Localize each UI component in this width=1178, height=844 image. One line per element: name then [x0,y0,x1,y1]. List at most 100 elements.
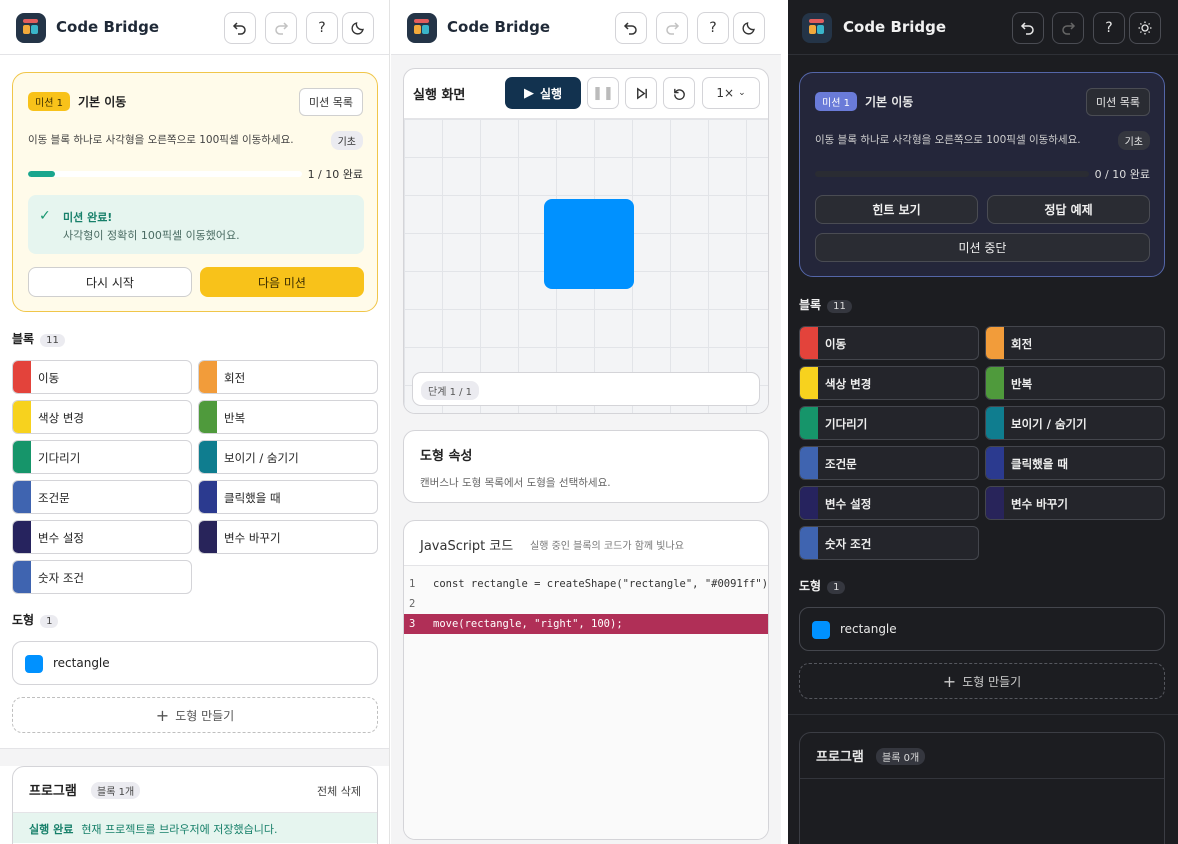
block-item[interactable]: 조건문 [799,446,979,480]
app-header: Code Bridge ? [0,0,389,55]
hint-button[interactable]: 힌트 보기 [815,195,978,224]
reset-button[interactable] [663,77,695,109]
redo-button[interactable] [1052,12,1084,44]
mission-list-button[interactable]: 미션 목록 [299,88,363,116]
block-item[interactable]: 이동 [799,326,979,360]
block-item[interactable]: 반복 [198,400,378,434]
block-label: 변수 설정 [38,531,84,545]
clear-all-button[interactable]: 전체 삭제 [317,783,361,799]
app-title: Code Bridge [843,18,947,36]
block-item[interactable]: 기다리기 [799,406,979,440]
create-shape-button[interactable]: + 도형 만들기 [799,663,1165,699]
app-logo [16,13,46,43]
shape-item-rectangle[interactable]: rectangle [799,607,1165,651]
block-item[interactable]: 조건문 [12,480,192,514]
block-color-swatch [13,481,31,513]
pause-button[interactable]: ❚❚ [587,77,619,109]
block-item[interactable]: 변수 설정 [12,520,192,554]
block-item[interactable]: 색상 변경 [799,366,979,400]
help-button[interactable]: ? [1093,12,1125,44]
block-color-swatch [800,447,818,479]
block-item[interactable]: 변수 바꾸기 [198,520,378,554]
speed-select[interactable]: 1× ⌄ [702,77,760,109]
undo-button[interactable] [224,12,256,44]
block-item[interactable]: 변수 바꾸기 [985,486,1165,520]
shapes-count: 1 [827,581,846,594]
block-item[interactable]: 회전 [198,360,378,394]
program-title: 프로그램 [816,750,864,765]
block-label: 색상 변경 [825,377,872,391]
app-title: Code Bridge [56,18,160,36]
block-item[interactable]: 숫자 조건 [12,560,192,594]
app-header: Code Bridge ? [788,0,1178,55]
step-button[interactable] [625,77,657,109]
next-mission-button[interactable]: 다음 미션 [200,267,364,297]
code-view: 1 const rectangle = createShape("rectangl… [404,566,769,839]
redo-button[interactable] [656,12,688,44]
mission-description: 이동 블록 하나로 사각형을 오른쪽으로 100픽셀 이동하세요. [28,134,294,146]
stage-canvas[interactable]: 단계 1 / 1 [404,118,768,413]
redo-button[interactable] [265,12,297,44]
block-item[interactable]: 클릭했을 때 [985,446,1165,480]
level-badge: 기초 [1117,131,1150,150]
run-status-text: 현재 프로젝트를 브라우저에 저장했습니다. [81,823,278,836]
block-item[interactable]: 보이기 / 숨기기 [985,406,1165,440]
block-color-swatch [986,327,1004,359]
block-item[interactable]: 변수 설정 [799,486,979,520]
theme-toggle-button[interactable] [733,12,765,44]
success-message: ✓ 미션 완료! 사각형이 정확히 100픽셀 이동했어요. [28,195,364,254]
block-item[interactable]: 색상 변경 [12,400,192,434]
code-line: 3 move(rectangle, "right", 100); [404,614,768,634]
theme-toggle-button[interactable] [1129,12,1161,44]
answer-example-button[interactable]: 정답 예제 [987,195,1150,224]
blocks-count: 11 [40,334,65,347]
run-button[interactable]: ▶ 실행 [505,77,581,109]
rectangle-shape[interactable] [544,199,634,289]
restart-button[interactable]: 다시 시작 [28,267,192,297]
shape-color-swatch [812,621,830,639]
level-badge: 기초 [330,131,363,150]
shapes-heading: 도형 1 [799,577,846,594]
app-logo [802,13,832,43]
line-number: 2 [409,598,416,610]
moon-icon [351,22,364,35]
block-item[interactable]: 숫자 조건 [799,526,979,560]
progress-text: 1 / 10 완료 [307,168,363,181]
create-shape-label: 도형 만들기 [175,708,235,723]
undo-button[interactable] [1012,12,1044,44]
block-label: 회전 [224,371,246,385]
block-label: 이동 [38,371,60,385]
stop-mission-button[interactable]: 미션 중단 [815,233,1150,262]
undo-button[interactable] [615,12,647,44]
section-divider [0,748,389,766]
theme-toggle-button[interactable] [342,12,374,44]
help-button[interactable]: ? [697,12,729,44]
shape-name: rectangle [840,622,897,636]
stage-card: 실행 화면 ▶ 실행 ❚❚ 1× ⌄ 단계 1 / 1 [403,68,769,414]
blocks-title: 블록 [12,332,35,346]
block-item[interactable]: 반복 [985,366,1165,400]
shapes-count: 1 [40,615,59,628]
block-item[interactable]: 기다리기 [12,440,192,474]
shape-item-rectangle[interactable]: rectangle [12,641,378,685]
block-item[interactable]: 클릭했을 때 [198,480,378,514]
stage-title: 실행 화면 [413,88,466,103]
block-item[interactable]: 보이기 / 숨기기 [198,440,378,474]
run-label: 실행 [539,86,563,101]
help-button[interactable]: ? [306,12,338,44]
block-color-swatch [199,401,217,433]
create-shape-button[interactable]: + 도형 만들기 [12,697,378,733]
block-item[interactable]: 회전 [985,326,1165,360]
block-label: 변수 바꾸기 [224,531,281,545]
mission-list-button[interactable]: 미션 목록 [1086,88,1150,116]
block-label: 반복 [1011,377,1033,391]
line-code: const rectangle = createShape("rectangle… [433,578,769,590]
step-label: 단계 1 / 1 [421,381,480,400]
mission-badge: 미션 1 [28,92,70,111]
block-item[interactable]: 이동 [12,360,192,394]
help-icon: ? [709,20,717,36]
line-number: 3 [409,618,416,630]
shapes-title: 도형 [799,579,822,593]
pause-icon: ❚❚ [592,85,614,101]
redo-icon [1062,22,1076,35]
